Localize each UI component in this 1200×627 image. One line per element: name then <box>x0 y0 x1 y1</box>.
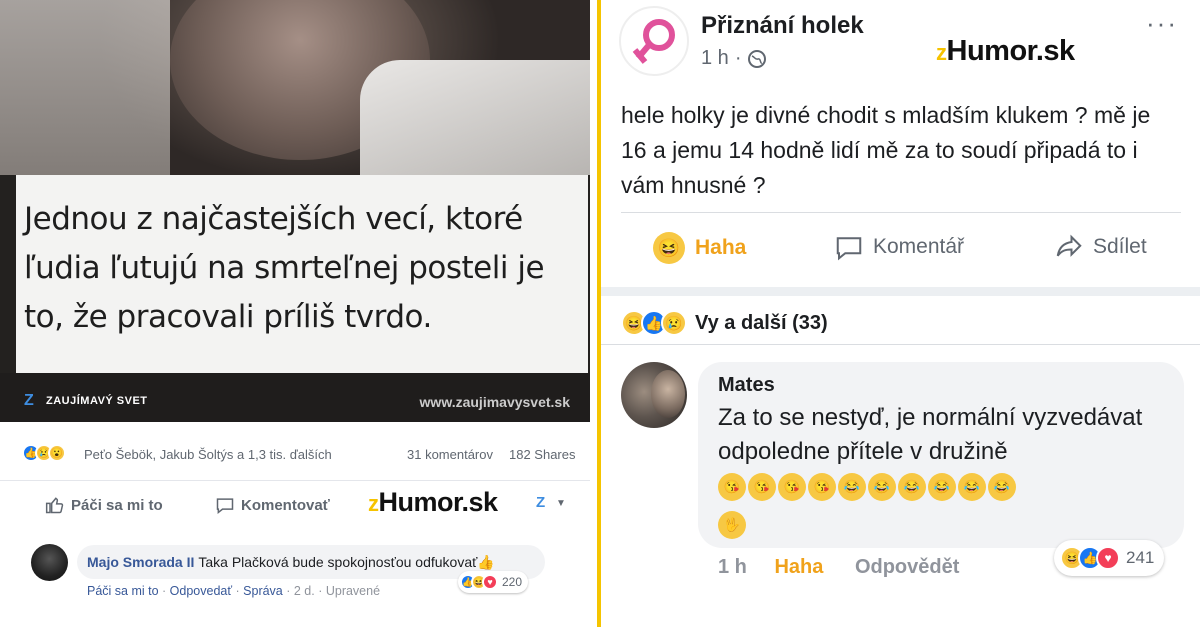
quote-text: Jednou z najčastejších vecí, ktoré ľudia… <box>24 201 545 335</box>
photo-of-elderly-man <box>0 0 590 175</box>
comment-label: Komentovať <box>241 496 330 514</box>
like-button[interactable]: Páči sa mi to <box>45 495 163 515</box>
comment-time[interactable]: 2 d. <box>294 584 315 598</box>
globe-icon <box>748 49 767 68</box>
watermark-z-icon: z <box>368 491 379 516</box>
like-label: Páči sa mi to <box>71 496 163 514</box>
female-symbol-icon <box>632 19 675 64</box>
kissing-face-icon: 😘 <box>718 472 746 501</box>
comment-author[interactable]: Majo Smorada II <box>87 554 194 570</box>
humor-watermark: zHumor.sk <box>936 35 1075 68</box>
reaction-icons[interactable]: 👍 😢 😮 <box>22 444 66 462</box>
comment-meta: Páči sa mi to · Odpovedať · Správa · 2 d… <box>87 584 381 598</box>
comment-reply-link[interactable]: Odpovedať <box>170 584 232 598</box>
comment-count[interactable]: 31 komentárov <box>407 447 493 462</box>
separator <box>601 344 1200 345</box>
haha-icon: 😆 <box>653 232 685 264</box>
avatar[interactable] <box>31 544 68 581</box>
share-label: Sdílet <box>1093 235 1147 258</box>
humor-watermark: zHumor.sk <box>368 487 498 518</box>
group-name[interactable]: Přiznání holek <box>701 12 864 40</box>
share-page-icon[interactable]: Z <box>536 494 545 511</box>
pillow <box>0 0 170 175</box>
vulcan-salute-icon: 🖖 <box>718 511 746 539</box>
love-icon: ♥ <box>482 574 498 590</box>
laughing-face-icon: 😂 <box>928 472 956 501</box>
reactions-summary[interactable]: 😆 👍 😢 Vy a další (33) <box>621 310 828 336</box>
separator-dot: · <box>734 47 742 69</box>
laughing-face-icon: 😂 <box>898 472 926 501</box>
laughing-face-icon: 😂 <box>868 472 896 501</box>
brand-url: www.zaujimavysvet.sk <box>419 394 570 410</box>
comment-text: Taka Plačková bude spokojnosťou odfukova… <box>198 554 495 570</box>
comment: Majo Smorada II Taka Plačková bude spokoj… <box>0 528 590 627</box>
comment-reactions[interactable]: 👍 😆 ♥ 220 <box>458 571 529 593</box>
laughing-face-icon: 😂 <box>838 472 866 501</box>
shirt <box>360 60 590 175</box>
post-time[interactable]: 1 h · <box>701 47 767 70</box>
reaction-stats: 👍 😢 😮 Peťo Šebök, Jakub Šoltýs a 1,3 tis… <box>22 444 582 466</box>
brand-name: ZAUJÍMAVÝ SVET <box>46 395 148 407</box>
reactions-label: Vy a další (33) <box>695 311 828 334</box>
avatar-person <box>651 370 685 418</box>
comment-reaction-count: 241 <box>1126 548 1155 567</box>
thumbs-up-icon <box>45 497 64 514</box>
comment-reactions[interactable]: 😆 👍 ♥ 241 <box>1054 540 1165 576</box>
more-options-icon[interactable]: ··· <box>1146 8 1178 39</box>
sad-icon: 😢 <box>661 310 687 336</box>
separator <box>601 287 1200 296</box>
laughing-face-icon: 😂 <box>958 472 986 501</box>
separator <box>621 212 1181 213</box>
comment-reply-link[interactable]: Odpovědět <box>855 556 959 578</box>
emoji-row: 😘 😘 😘 😘 😂 😂 😂 😂 😂 😂 <box>718 472 1016 501</box>
kissing-face-icon: 😘 <box>778 472 806 501</box>
wow-icon: 😮 <box>48 444 66 462</box>
quote-box: Jednou z najčastejších vecí, ktoré ľudia… <box>16 175 588 373</box>
comment-text: Za to se nestyď, je normální vyzvedávat … <box>718 404 1143 465</box>
comment-icon <box>216 498 234 515</box>
brand-logo-icon: Z <box>24 392 34 409</box>
caret-down-icon[interactable]: ▼ <box>556 498 566 509</box>
watermark-z-icon: z <box>936 40 947 65</box>
post-text: hele holky je divné chodit s mladším klu… <box>621 102 1151 198</box>
haha-button[interactable]: 😆 Haha <box>653 232 746 264</box>
comment-author[interactable]: Mates <box>718 374 1164 397</box>
reactors-names[interactable]: Peťo Šebök, Jakub Šoltýs a 1,3 tis. ďalš… <box>84 447 332 462</box>
watermark-text: Humor.sk <box>946 35 1076 67</box>
share-button[interactable]: Sdílet <box>1053 232 1147 262</box>
comment-button[interactable]: Komentář <box>833 232 964 262</box>
comment-label: Komentář <box>873 235 965 258</box>
kissing-face-icon: 😘 <box>808 472 836 501</box>
comment-edited: Upravené <box>325 584 381 598</box>
share-arrow-icon <box>1056 234 1082 257</box>
laughing-face-icon: 😂 <box>988 472 1016 501</box>
comment-time[interactable]: 1 h <box>718 556 747 578</box>
comment-like-link[interactable]: Páči sa mi to <box>87 584 159 598</box>
share-count[interactable]: 182 Shares <box>509 447 576 462</box>
post-time-text: 1 h <box>701 47 729 69</box>
comment-icon <box>836 237 862 261</box>
comment-body: Za to se nestyď, je normální vyzvedávat … <box>718 401 1164 539</box>
haha-label: Haha <box>695 236 747 259</box>
brand-bar: Z ZAUJÍMAVÝ SVET www.zaujimavysvet.sk <box>0 373 590 422</box>
comment-meta: 1 h Haha Odpovědět <box>718 556 959 579</box>
comment-bubble: Mates Za to se nestyď, je normální vyzve… <box>698 362 1184 548</box>
right-post: Přiznání holek 1 h · ··· zHumor.sk hele … <box>601 0 1200 627</box>
comment-button[interactable]: Komentovať <box>215 495 330 515</box>
left-post: Jednou z najčastejších vecí, ktoré ľudia… <box>0 0 590 627</box>
avatar[interactable] <box>621 362 687 428</box>
watermark-text: Humor.sk <box>378 487 499 517</box>
comment-haha-link[interactable]: Haha <box>774 556 823 578</box>
post-image[interactable]: Jednou z najčastejších vecí, ktoré ľudia… <box>0 0 590 422</box>
love-icon: ♥ <box>1096 546 1120 570</box>
kissing-face-icon: 😘 <box>748 472 776 501</box>
comment-reaction-count: 220 <box>502 575 523 589</box>
action-bar: Páči sa mi to Komentovať <box>0 480 590 528</box>
comment-message-link[interactable]: Správa <box>243 584 283 598</box>
group-avatar[interactable] <box>619 6 689 76</box>
